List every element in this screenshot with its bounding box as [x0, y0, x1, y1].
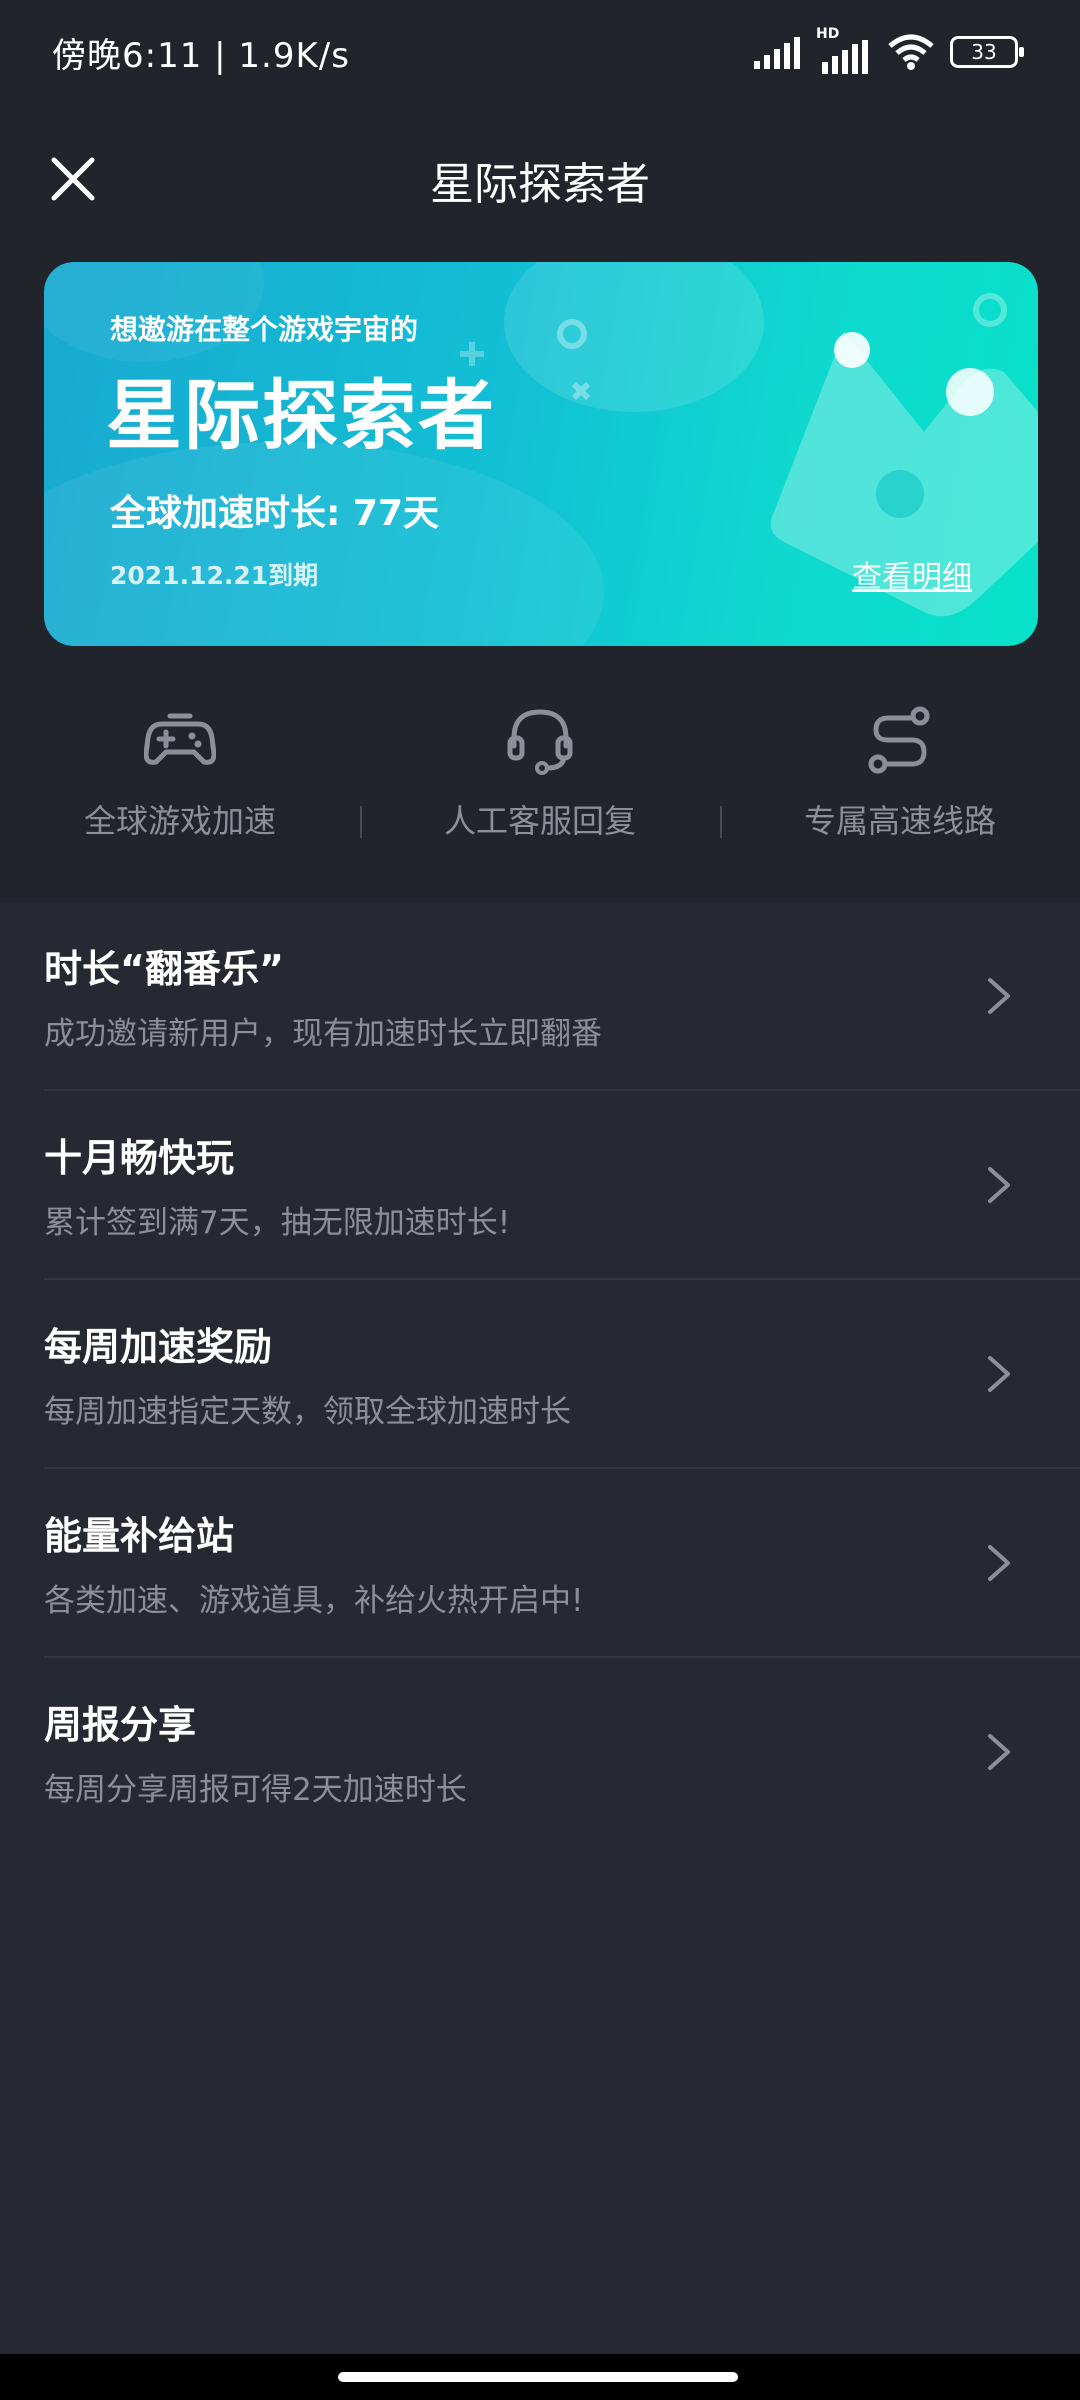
list-item-october-play[interactable]: 十月畅快玩 累计签到满7天，抽无限加速时长!: [0, 1091, 1080, 1280]
list-item-time-doubling[interactable]: 时长“翻番乐” 成功邀请新用户，现有加速时长立即翻番: [0, 902, 1080, 1091]
list-item-weekly-reward[interactable]: 每周加速奖励 每周加速指定天数，领取全球加速时长: [0, 1280, 1080, 1469]
view-details-link[interactable]: 查看明细: [852, 552, 972, 596]
list-item-weekly-report-share[interactable]: 周报分享 每周分享周报可得2天加速时长: [0, 1658, 1080, 1847]
signal-icon: [754, 37, 800, 69]
header: 星际探索者: [0, 104, 1080, 250]
route-icon: [868, 706, 930, 774]
battery-level: 33: [971, 40, 997, 64]
item-title: 时长“翻番乐”: [44, 947, 284, 991]
chevron-right-icon: [988, 1734, 1010, 1770]
item-description: 累计签到满7天，抽无限加速时长!: [44, 1205, 511, 1241]
status-time: 傍晚6:11 | 1.9K/s: [52, 36, 350, 76]
feature-label: 专属高速线路: [803, 802, 996, 840]
signal-hd-icon: HD: [816, 26, 874, 74]
hero-subtitle: 想遨游在整个游戏宇宙的: [110, 313, 419, 346]
feature-dedicated-line[interactable]: 专属高速线路: [750, 678, 1050, 902]
chevron-right-icon: [988, 1545, 1010, 1581]
feature-label: 全球游戏加速: [83, 802, 276, 840]
status-icons: HD 33: [754, 26, 1024, 76]
item-description: 每周分享周报可得2天加速时长: [44, 1772, 467, 1808]
wifi-icon: [888, 34, 934, 70]
item-description: 成功邀请新用户，现有加速时长立即翻番: [44, 1016, 602, 1052]
battery-icon: 33: [950, 36, 1024, 68]
activity-list: 时长“翻番乐” 成功邀请新用户，现有加速时长立即翻番 十月畅快玩 累计签到满7天…: [0, 902, 1080, 1847]
item-description: 每周加速指定天数，领取全球加速时长: [44, 1394, 571, 1430]
top-area: 想遨游在整个游戏宇宙的 星际探索者 全球加速时长: 77天 2021.12.21…: [0, 250, 1080, 902]
acceleration-duration: 全球加速时长: 77天: [110, 493, 440, 534]
feature-label: 人工客服回复: [443, 802, 636, 840]
page-title: 星际探索者: [430, 159, 650, 210]
status-bar: 傍晚6:11 | 1.9K/s HD 33: [0, 0, 1080, 104]
features-row: 全球游戏加速 人工客服回复 专属高速线路: [0, 678, 1080, 902]
item-title: 十月畅快玩: [44, 1136, 235, 1180]
gamepad-icon: [144, 713, 216, 765]
system-nav-bar: [0, 2354, 1080, 2400]
home-indicator[interactable]: [338, 2372, 738, 2382]
feature-customer-service[interactable]: 人工客服回复: [390, 678, 690, 902]
feature-divider: [360, 806, 362, 838]
item-title: 能量补给站: [44, 1514, 235, 1558]
expire-date: 2021.12.21到期: [110, 561, 319, 590]
membership-card: 想遨游在整个游戏宇宙的 星际探索者 全球加速时长: 77天 2021.12.21…: [44, 262, 1038, 646]
chevron-right-icon: [988, 978, 1010, 1014]
item-title: 每周加速奖励: [44, 1325, 273, 1369]
feature-global-game-acceleration[interactable]: 全球游戏加速: [30, 678, 330, 902]
hero-title: 星际探索者: [106, 371, 496, 460]
feature-divider: [720, 806, 722, 838]
headset-icon: [507, 709, 573, 775]
chevron-right-icon: [988, 1356, 1010, 1392]
item-title: 周报分享: [44, 1703, 197, 1747]
chevron-right-icon: [988, 1167, 1010, 1203]
list-item-energy-station[interactable]: 能量补给站 各类加速、游戏道具，补给火热开启中!: [0, 1469, 1080, 1658]
item-description: 各类加速、游戏道具，补给火热开启中!: [44, 1583, 584, 1619]
